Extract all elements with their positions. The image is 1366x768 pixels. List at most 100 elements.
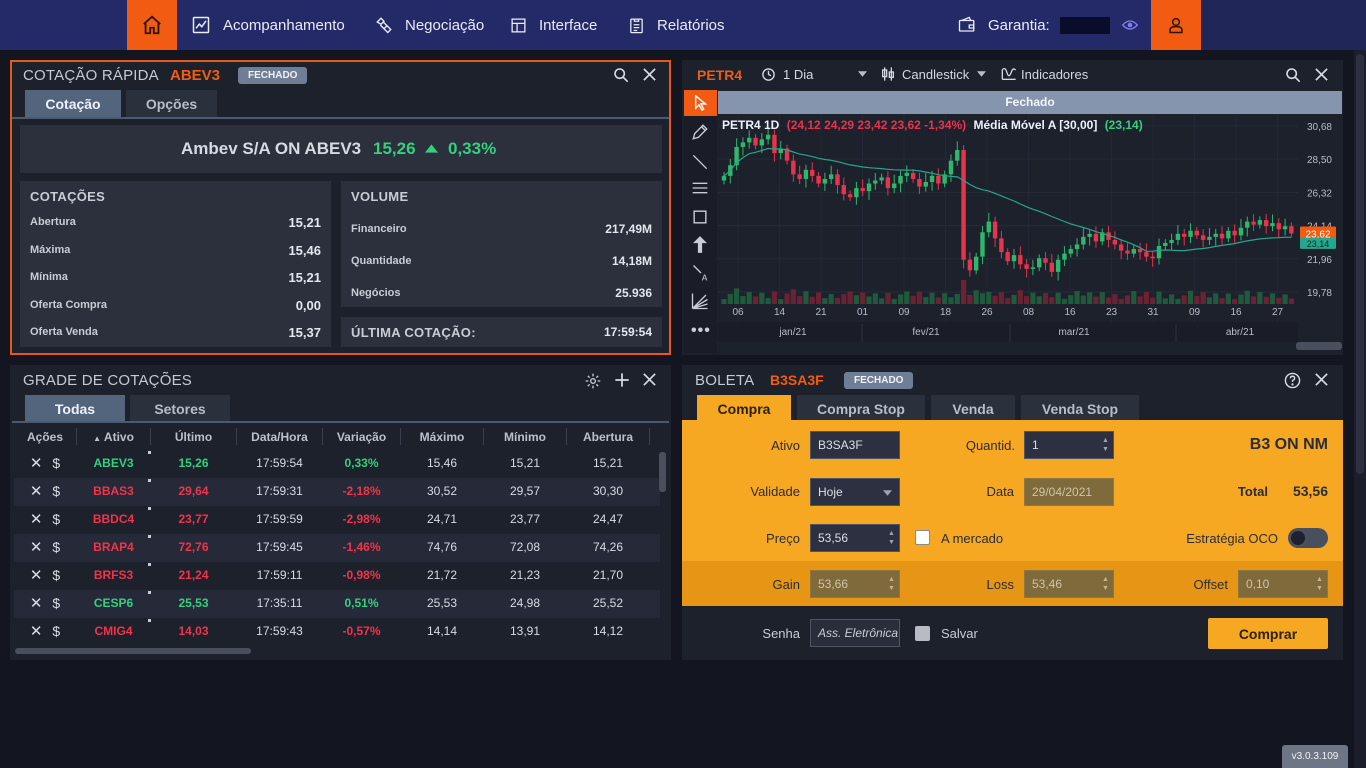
- grid-horizontal-scrollbar[interactable]: [15, 648, 251, 654]
- chart-ticker[interactable]: PETR4: [697, 67, 742, 83]
- horizontal-lines-icon[interactable]: [692, 181, 708, 195]
- rectangle-icon[interactable]: [693, 210, 707, 224]
- close-icon[interactable]: [1314, 372, 1329, 387]
- comprar-button[interactable]: Comprar: [1208, 618, 1328, 649]
- text-annotation-icon[interactable]: A: [692, 264, 710, 282]
- tab-venda-stop[interactable]: Venda Stop: [1021, 395, 1139, 422]
- ativo-input[interactable]: B3SA3F: [810, 431, 900, 459]
- tab-cotacao[interactable]: Cotação: [25, 90, 121, 117]
- pointer-tool-active[interactable]: [684, 90, 717, 116]
- stepper-arrows-icon[interactable]: ▲ ▼: [888, 575, 896, 593]
- trade-dollar-icon[interactable]: $: [52, 539, 60, 555]
- remove-icon[interactable]: ✕: [30, 595, 43, 612]
- eye-icon[interactable]: [1121, 19, 1138, 31]
- cell-ativo[interactable]: CMIG4: [77, 618, 150, 646]
- home-button[interactable]: [127, 0, 177, 50]
- cell-ativo[interactable]: CESP6: [77, 590, 150, 618]
- volume-bar: [1080, 295, 1086, 304]
- chart-scrollbar[interactable]: [1296, 342, 1342, 350]
- table-row[interactable]: ✕ $ BBAS3 29,64 17:59:31 -2,18% 30,52 29,57 30,3…: [14, 478, 660, 506]
- remove-icon[interactable]: ✕: [30, 567, 43, 584]
- cell-ativo[interactable]: ABEV3: [77, 450, 150, 478]
- more-tools-icon[interactable]: •••: [691, 322, 711, 340]
- table-row[interactable]: ✕ $ BRAP4 72,76 17:59:45 -1,46% 74,76 72,08 74,2…: [14, 534, 660, 562]
- col-maximo[interactable]: Máximo: [401, 428, 483, 452]
- search-icon[interactable]: [1285, 67, 1301, 83]
- tab-opcoes[interactable]: Opções: [126, 90, 217, 117]
- col-abertura[interactable]: Abertura: [567, 428, 649, 452]
- indicators-button[interactable]: Indicadores: [1001, 61, 1088, 87]
- oco-toggle[interactable]: [1288, 528, 1328, 548]
- validade-select[interactable]: Hoje: [810, 478, 900, 506]
- remove-icon[interactable]: ✕: [30, 539, 43, 556]
- remove-icon[interactable]: ✕: [30, 455, 43, 472]
- trade-dollar-icon[interactable]: $: [52, 595, 60, 611]
- quantidade-stepper[interactable]: 1 ▲ ▼: [1024, 431, 1114, 459]
- remove-icon[interactable]: ✕: [30, 623, 43, 640]
- gear-icon[interactable]: [585, 373, 601, 389]
- col-ativo[interactable]: ▲ Ativo: [77, 428, 150, 452]
- tab-venda[interactable]: Venda: [931, 395, 1015, 422]
- nav-negociacao[interactable]: Negociação: [375, 0, 484, 50]
- preco-stepper[interactable]: 53,56 ▲ ▼: [810, 524, 900, 552]
- close-icon[interactable]: [642, 372, 657, 387]
- stepper-arrows-icon[interactable]: ▲ ▼: [1102, 436, 1110, 454]
- nav-relatorios[interactable]: Relatórios: [628, 0, 725, 50]
- interval-selector[interactable]: 1 Dia: [761, 61, 868, 87]
- pencil-icon[interactable]: [691, 123, 709, 141]
- senha-input[interactable]: Ass. Eletrônica: [810, 619, 900, 647]
- col-variacao[interactable]: Variação: [323, 428, 400, 452]
- col-minimo[interactable]: Mínimo: [484, 428, 566, 452]
- data-input[interactable]: 29/04/2021: [1024, 478, 1114, 506]
- close-icon[interactable]: [642, 67, 657, 82]
- quick-quote-ticker[interactable]: ABEV3: [170, 67, 220, 84]
- tab-todas[interactable]: Todas: [25, 395, 125, 422]
- cell-ativo[interactable]: BBDC4: [77, 506, 150, 534]
- trade-dollar-icon[interactable]: $: [52, 455, 60, 471]
- boleta-ticker[interactable]: B3SA3F: [770, 372, 824, 388]
- table-row[interactable]: ✕ $ BRFS3 21,24 17:59:11 -0,98% 21,72 21,23 21,7…: [14, 562, 660, 590]
- nav-interface[interactable]: Interface: [510, 0, 597, 50]
- cell-ativo[interactable]: BRAP4: [77, 534, 150, 562]
- remove-icon[interactable]: ✕: [30, 511, 43, 528]
- loss-stepper[interactable]: 53,46 ▲ ▼: [1024, 570, 1114, 598]
- tab-compra[interactable]: Compra: [697, 395, 791, 422]
- tab-compra-stop[interactable]: Compra Stop: [797, 395, 925, 422]
- col-data-hora[interactable]: Data/Hora: [237, 428, 322, 452]
- tab-setores[interactable]: Setores: [130, 395, 230, 422]
- arrow-up-icon[interactable]: [693, 236, 707, 253]
- table-row[interactable]: ✕ $ ABEV3 15,26 17:59:54 0,33% 15,46 15,21 15,21: [14, 450, 660, 478]
- fibonacci-fan-icon[interactable]: [691, 292, 709, 310]
- nav-acompanhamento[interactable]: Acompanhamento: [191, 0, 345, 50]
- salvar-checkbox[interactable]: [915, 626, 930, 641]
- close-icon[interactable]: [1314, 67, 1329, 82]
- offset-stepper[interactable]: 0,10 ▲ ▼: [1238, 570, 1328, 598]
- cell-ativo[interactable]: BBAS3: [77, 478, 150, 506]
- cell-ativo[interactable]: BRFS3: [77, 562, 150, 590]
- stepper-arrows-icon[interactable]: ▲ ▼: [1102, 575, 1110, 593]
- trade-dollar-icon[interactable]: $: [52, 511, 60, 527]
- page-scrollbar[interactable]: [1354, 50, 1366, 768]
- trade-dollar-icon[interactable]: $: [52, 567, 60, 583]
- trade-dollar-icon[interactable]: $: [52, 483, 60, 499]
- stepper-arrows-icon[interactable]: ▲ ▼: [1316, 575, 1324, 593]
- table-row[interactable]: ✕ $ CESP6 25,53 17:35:11 0,51% 25,53 24,98 25,52: [14, 590, 660, 618]
- price-chart[interactable]: 30,6828,5026,3224,1421,9619,78 061421010…: [718, 114, 1342, 342]
- x-tick-label: 09: [898, 307, 910, 318]
- trade-dollar-icon[interactable]: $: [52, 623, 60, 639]
- col-acoes[interactable]: Ações: [14, 428, 76, 452]
- col-ultimo[interactable]: Último: [151, 428, 236, 452]
- table-row[interactable]: ✕ $ CMIG4 14,03 17:59:43 -0,57% 14,14 13,91 14,1…: [14, 618, 660, 646]
- grid-vertical-scrollbar[interactable]: [659, 452, 666, 492]
- search-icon[interactable]: [613, 67, 629, 83]
- help-icon[interactable]: [1284, 372, 1301, 389]
- table-row[interactable]: ✕ $ BBDC4 23,77 17:59:59 -2,98% 24,71 23,77 24,4…: [14, 506, 660, 534]
- a-mercado-checkbox[interactable]: [915, 530, 930, 545]
- stepper-arrows-icon[interactable]: ▲ ▼: [888, 529, 896, 547]
- trendline-icon[interactable]: [692, 154, 708, 170]
- remove-icon[interactable]: ✕: [30, 483, 43, 500]
- add-icon[interactable]: [614, 372, 630, 388]
- chart-type-selector[interactable]: Candlestick: [880, 61, 987, 87]
- user-menu-button[interactable]: [1151, 0, 1201, 50]
- gain-stepper[interactable]: 53,66 ▲ ▼: [810, 570, 900, 598]
